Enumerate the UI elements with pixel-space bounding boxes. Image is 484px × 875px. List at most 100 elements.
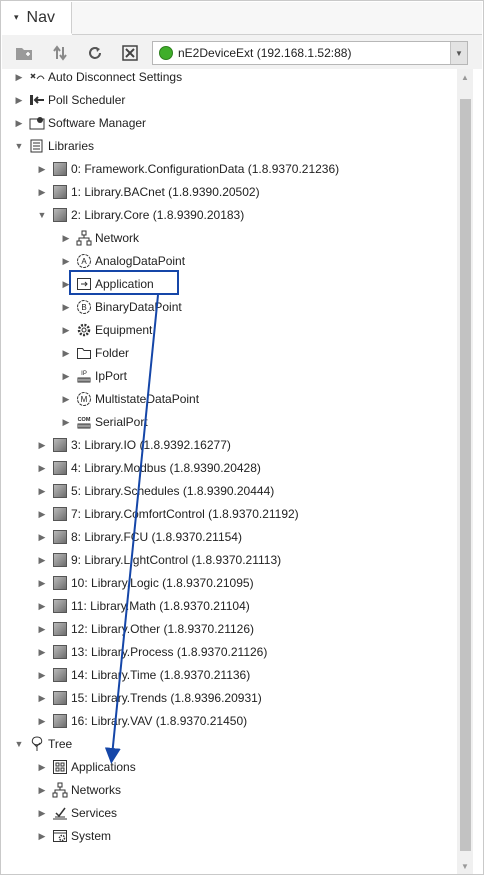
chevron-down-icon[interactable]: ▾ bbox=[14, 12, 19, 23]
expand-arrow-icon[interactable]: ▶ bbox=[61, 233, 71, 244]
gear-icon bbox=[75, 321, 93, 339]
expand-arrow-icon[interactable]: ▶ bbox=[37, 716, 47, 727]
collapse-arrow-icon[interactable]: ▼ bbox=[37, 210, 47, 220]
tree-item-library[interactable]: ▶ 11: Library.Math (1.8.9370.21104) bbox=[37, 596, 250, 616]
tree-item-folder[interactable]: ▶ Folder bbox=[61, 343, 129, 363]
new-folder-button[interactable] bbox=[14, 43, 34, 63]
analog-point-icon: A bbox=[75, 252, 93, 270]
tree-item-analog-data-point[interactable]: ▶ A AnalogDataPoint bbox=[61, 251, 185, 271]
serial-port-icon: COM bbox=[75, 413, 93, 431]
tree-item-auto-disconnect[interactable]: ▶ Auto Disconnect Settings bbox=[14, 69, 183, 87]
expand-arrow-icon[interactable]: ▶ bbox=[37, 164, 47, 175]
expand-arrow-icon[interactable]: ▶ bbox=[37, 647, 47, 658]
tree-item-library[interactable]: ▶ 1: Library.BACnet (1.8.9390.20502) bbox=[37, 182, 260, 202]
expand-arrow-icon[interactable]: ▶ bbox=[37, 440, 47, 451]
tree-item-services[interactable]: ▶ Services bbox=[37, 803, 117, 823]
ip-port-icon: IP bbox=[75, 367, 93, 385]
expand-arrow-icon[interactable]: ▶ bbox=[37, 578, 47, 589]
expand-arrow-icon[interactable]: ▶ bbox=[14, 118, 24, 129]
tree-item-software-manager[interactable]: ▶ Software Manager bbox=[14, 113, 147, 133]
expand-arrow-icon[interactable]: ▶ bbox=[61, 325, 71, 336]
toolbar: nE2DeviceExt (192.168.1.52:88) ▼ bbox=[2, 35, 482, 69]
sort-icon bbox=[53, 45, 67, 61]
network-icon bbox=[75, 229, 93, 247]
vertical-scrollbar[interactable]: ▲ ▼ bbox=[457, 69, 473, 874]
nav-tab[interactable]: ▾ Nav bbox=[2, 2, 72, 34]
tree-item-applications[interactable]: ▶ Applications bbox=[37, 757, 136, 777]
expand-arrow-icon[interactable]: ▶ bbox=[37, 670, 47, 681]
scroll-up-icon[interactable]: ▲ bbox=[457, 69, 473, 85]
tree-item-equipment[interactable]: ▶ Equipment bbox=[61, 320, 153, 340]
tree-item-label: Networks bbox=[71, 783, 122, 797]
collapse-arrow-icon[interactable]: ▼ bbox=[14, 141, 24, 151]
expand-arrow-icon[interactable]: ▶ bbox=[37, 532, 47, 543]
tree-item-label: MultistateDataPoint bbox=[95, 392, 200, 406]
scrollbar-thumb[interactable] bbox=[460, 99, 471, 851]
svg-text:IP: IP bbox=[81, 371, 87, 377]
library-cube-icon bbox=[51, 643, 69, 661]
tree-item-label: 9: Library.LightControl (1.8.9370.21113) bbox=[71, 553, 282, 567]
expand-arrow-icon[interactable]: ▶ bbox=[37, 555, 47, 566]
tree-item-binary-data-point[interactable]: ▶ B BinaryDataPoint bbox=[61, 297, 182, 317]
tree-item-library[interactable]: ▶ 14: Library.Time (1.8.9370.21136) bbox=[37, 665, 250, 685]
expand-arrow-icon[interactable]: ▶ bbox=[37, 808, 47, 819]
tree-item-library[interactable]: ▶ 9: Library.LightControl (1.8.9370.21113… bbox=[37, 550, 281, 570]
expand-arrow-icon[interactable]: ▶ bbox=[61, 302, 71, 313]
tree-item-libraries[interactable]: ▼ Libraries bbox=[14, 136, 95, 156]
sort-button[interactable] bbox=[50, 43, 70, 63]
tree-item-library[interactable]: ▶ 7: Library.ComfortControl (1.8.9370.211… bbox=[37, 504, 299, 524]
tree-item-library[interactable]: ▶ 8: Library.FCU (1.8.9370.21154) bbox=[37, 527, 242, 547]
svg-text:A: A bbox=[81, 257, 87, 266]
expand-arrow-icon[interactable]: ▶ bbox=[61, 394, 71, 405]
tree-item-library[interactable]: ▶ 12: Library.Other (1.8.9370.21126) bbox=[37, 619, 254, 639]
expand-arrow-icon[interactable]: ▶ bbox=[37, 486, 47, 497]
library-cube-icon bbox=[51, 482, 69, 500]
tree-item-library[interactable]: ▶ 5: Library.Schedules (1.8.9390.20444) bbox=[37, 481, 274, 501]
tree-item-library[interactable]: ▶ 4: Library.Modbus (1.8.9390.20428) bbox=[37, 458, 261, 478]
tree-item-label: Auto Disconnect Settings bbox=[48, 70, 183, 84]
tree-item-library-core[interactable]: ▼ 2: Library.Core (1.8.9390.20183) bbox=[37, 205, 244, 225]
refresh-button[interactable] bbox=[85, 43, 105, 63]
tree-item-library[interactable]: ▶ 10: Library.Logic (1.8.9370.21095) bbox=[37, 573, 254, 593]
tree-item-network[interactable]: ▶ Network bbox=[61, 228, 139, 248]
library-cube-icon bbox=[51, 160, 69, 178]
expand-arrow-icon[interactable]: ▶ bbox=[37, 762, 47, 773]
expand-arrow-icon[interactable]: ▶ bbox=[14, 95, 24, 106]
close-button[interactable] bbox=[120, 43, 140, 63]
expand-arrow-icon[interactable]: ▶ bbox=[61, 256, 71, 267]
station-select[interactable]: nE2DeviceExt (192.168.1.52:88) ▼ bbox=[152, 41, 468, 65]
tree-item-library[interactable]: ▶ 15: Library.Trends (1.8.9396.20931) bbox=[37, 688, 262, 708]
library-cube-icon bbox=[51, 620, 69, 638]
tree-item-library[interactable]: ▶ 3: Library.IO (1.8.9392.16277) bbox=[37, 435, 231, 455]
scroll-down-icon[interactable]: ▼ bbox=[457, 858, 473, 874]
tree-item-ip-port[interactable]: ▶ IP IpPort bbox=[61, 366, 127, 386]
expand-arrow-icon[interactable]: ▶ bbox=[37, 601, 47, 612]
expand-arrow-icon[interactable]: ▶ bbox=[37, 693, 47, 704]
dropdown-arrow-icon[interactable]: ▼ bbox=[450, 42, 467, 64]
collapse-arrow-icon[interactable]: ▼ bbox=[14, 739, 24, 749]
expand-arrow-icon[interactable]: ▶ bbox=[61, 348, 71, 359]
tree-item-poll-scheduler[interactable]: ▶ Poll Scheduler bbox=[14, 90, 126, 110]
expand-arrow-icon[interactable]: ▶ bbox=[37, 624, 47, 635]
expand-arrow-icon[interactable]: ▶ bbox=[14, 72, 24, 83]
expand-arrow-icon[interactable]: ▶ bbox=[61, 417, 71, 428]
svg-text:M: M bbox=[81, 395, 88, 404]
header-bar bbox=[72, 2, 482, 34]
tree-item-networks[interactable]: ▶ Networks bbox=[37, 780, 121, 800]
expand-arrow-icon[interactable]: ▶ bbox=[37, 187, 47, 198]
expand-arrow-icon[interactable]: ▶ bbox=[37, 831, 47, 842]
tree-item-tree[interactable]: ▼ Tree bbox=[14, 734, 72, 754]
expand-arrow-icon[interactable]: ▶ bbox=[37, 785, 47, 796]
expand-arrow-icon[interactable]: ▶ bbox=[61, 371, 71, 382]
tree-item-library[interactable]: ▶ 16: Library.VAV (1.8.9370.21450) bbox=[37, 711, 247, 731]
tree-item-multistate-data-point[interactable]: ▶ M MultistateDataPoint bbox=[61, 389, 199, 409]
tree-item-library[interactable]: ▶ 13: Library.Process (1.8.9370.21126) bbox=[37, 642, 267, 662]
tree-item-label: Tree bbox=[48, 737, 73, 751]
tree-item-serial-port[interactable]: ▶ COM SerialPort bbox=[61, 412, 148, 432]
tree-item-library[interactable]: ▶ 0: Framework.ConfigurationData (1.8.93… bbox=[37, 159, 339, 179]
tree-item-system[interactable]: ▶ System bbox=[37, 826, 111, 846]
tree-item-label: Libraries bbox=[48, 139, 95, 153]
tree-item-label: 8: Library.FCU (1.8.9370.21154) bbox=[71, 530, 242, 544]
expand-arrow-icon[interactable]: ▶ bbox=[37, 463, 47, 474]
expand-arrow-icon[interactable]: ▶ bbox=[37, 509, 47, 520]
